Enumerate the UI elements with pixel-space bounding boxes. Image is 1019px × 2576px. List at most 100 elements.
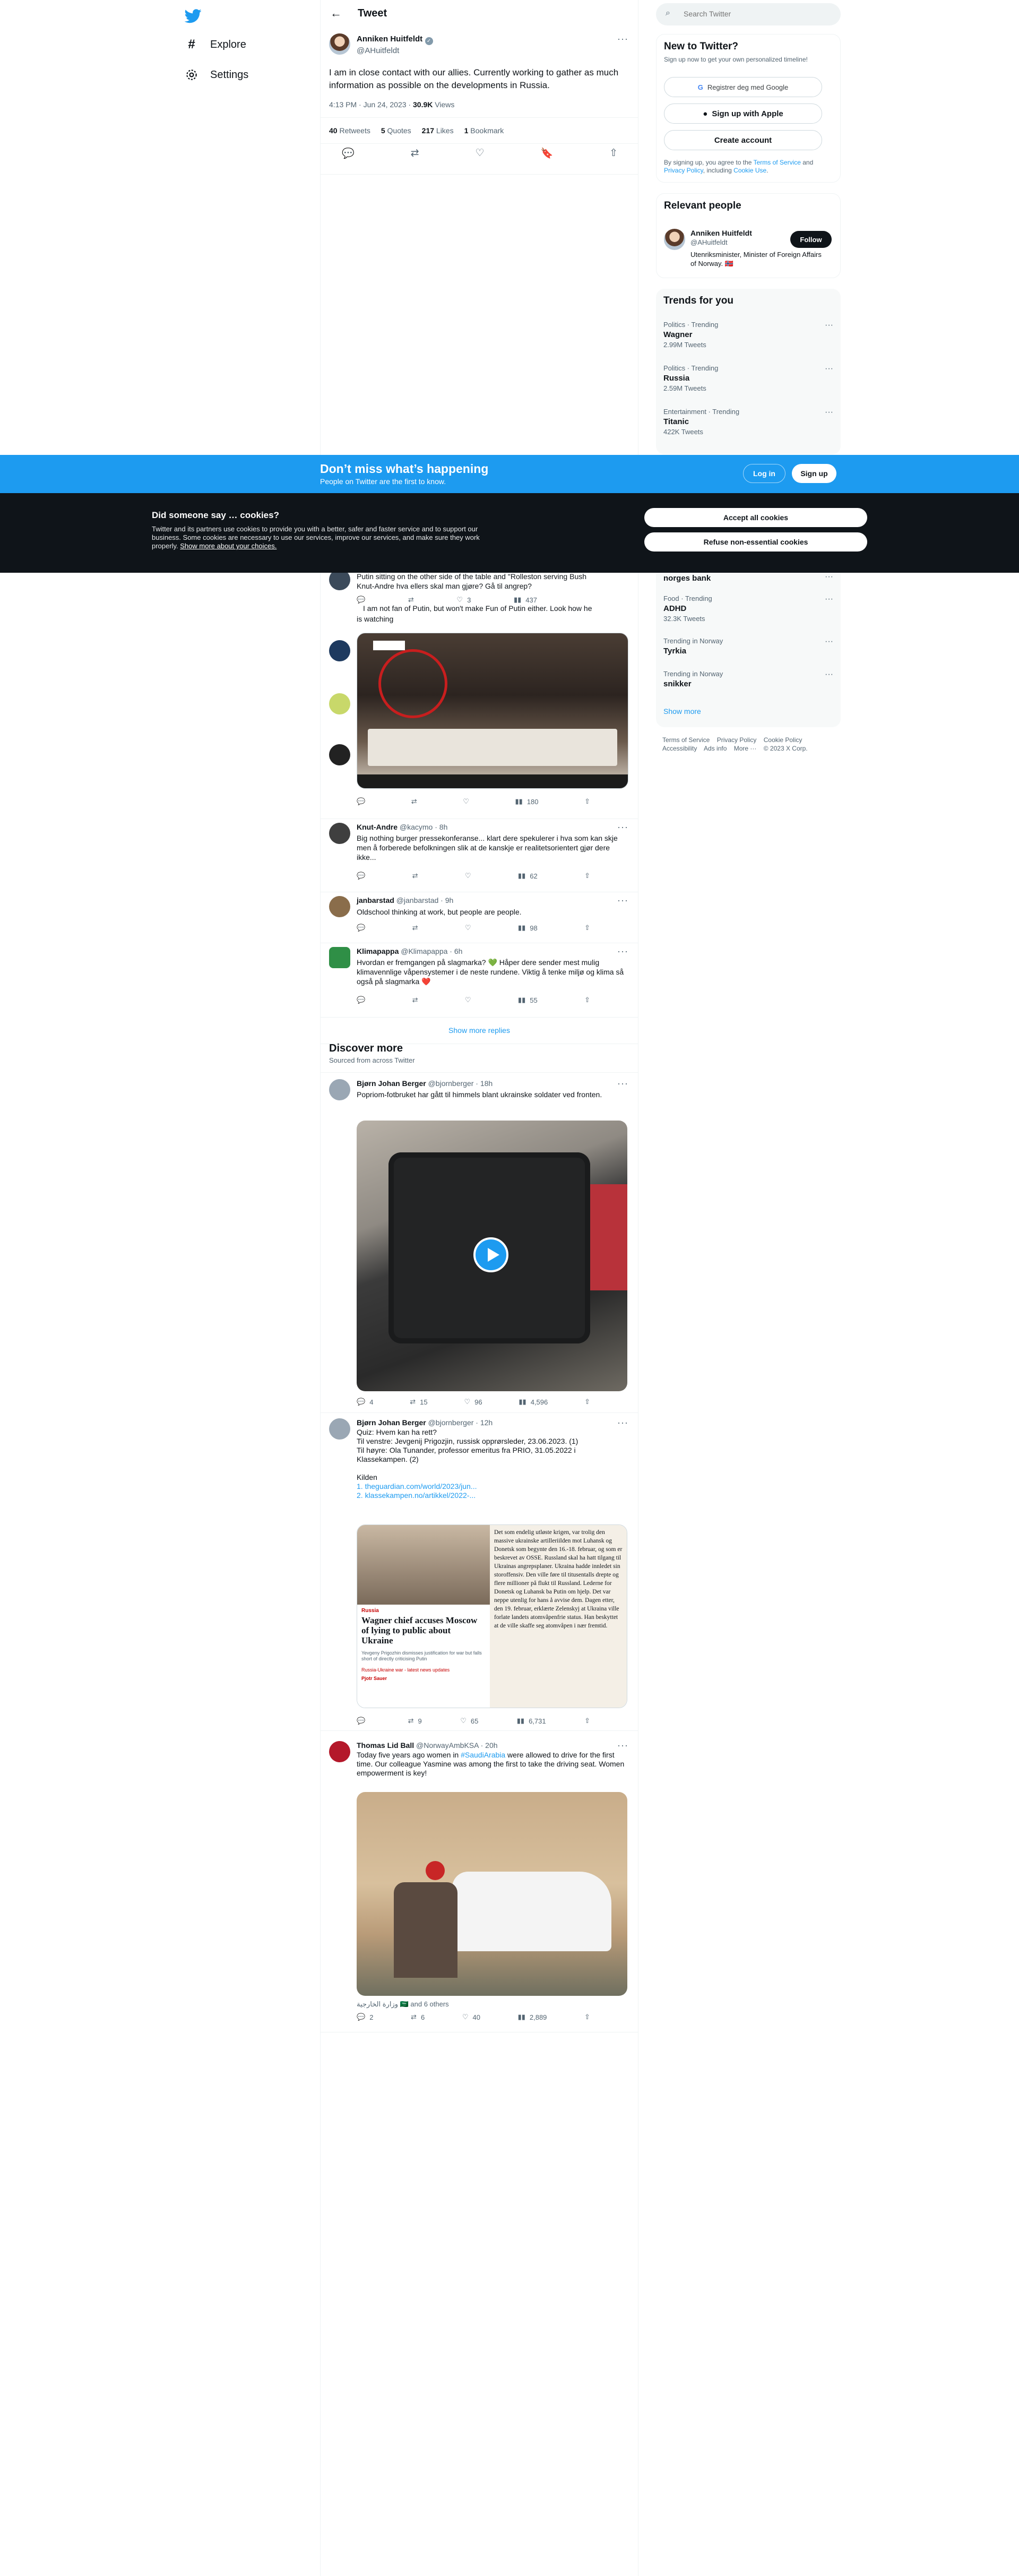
reply-icon[interactable]: 💬 bbox=[342, 147, 355, 160]
author-handle[interactable]: @AHuitfeldt bbox=[357, 46, 433, 55]
stat-retweets[interactable]: 40 Retweets bbox=[329, 126, 370, 135]
avatar[interactable] bbox=[329, 1418, 350, 1440]
show-more-trends[interactable]: Show more bbox=[663, 707, 701, 716]
stat-likes[interactable]: 217 Likes bbox=[422, 126, 454, 135]
media-image[interactable] bbox=[357, 1792, 627, 1996]
more-icon[interactable]: ··· bbox=[825, 364, 833, 374]
like-button[interactable]: ♡ 65 bbox=[460, 1717, 478, 1725]
share-button[interactable]: ⇧ bbox=[584, 996, 590, 1004]
share-button[interactable]: ⇧ bbox=[584, 1398, 590, 1406]
retweet-button[interactable]: ⇄ bbox=[411, 797, 417, 806]
accept-cookies-button[interactable]: Accept all cookies bbox=[644, 508, 867, 527]
views-button[interactable]: ▮▮ 6,731 bbox=[517, 1717, 546, 1725]
like-button[interactable]: ♡ 96 bbox=[464, 1398, 482, 1406]
search-input[interactable] bbox=[683, 9, 833, 19]
twitter-logo-icon[interactable] bbox=[184, 7, 202, 24]
like-icon[interactable]: ♡ bbox=[475, 147, 484, 160]
reply-button[interactable]: 💬 bbox=[357, 872, 365, 880]
retweet-icon[interactable]: ⇄ bbox=[411, 147, 419, 160]
search-bar[interactable]: ⌕ bbox=[656, 3, 841, 25]
author-name[interactable]: Knut-Andre bbox=[357, 823, 398, 831]
stat-bookmarks[interactable]: 1 Bookmark bbox=[464, 126, 504, 135]
author-name[interactable]: Klimapappa bbox=[357, 947, 399, 955]
author-name[interactable]: Bjørn Johan Berger bbox=[357, 1418, 426, 1427]
tweet-link[interactable]: 2. klassekampen.no/artikkel/2022-... bbox=[357, 1491, 627, 1500]
avatar[interactable] bbox=[329, 640, 350, 661]
nav-item-settings[interactable]: Settings bbox=[185, 68, 248, 82]
share-button[interactable]: ⇧ bbox=[584, 797, 590, 806]
like-button[interactable]: ♡ 40 bbox=[462, 2013, 480, 2021]
back-arrow-icon[interactable]: ← bbox=[330, 6, 342, 20]
more-icon[interactable]: ··· bbox=[617, 33, 628, 45]
share-button[interactable]: ⇧ bbox=[584, 924, 590, 932]
show-more-replies[interactable]: Show more replies bbox=[321, 1017, 638, 1044]
retweet-button[interactable]: ⇄ 15 bbox=[410, 1398, 427, 1406]
tweet-time[interactable]: 4:13 PM · Jun 24, 2023 bbox=[329, 100, 407, 109]
create-account-button[interactable]: Create account bbox=[664, 130, 822, 150]
footer-link[interactable]: Privacy Policy bbox=[717, 736, 757, 744]
views-button[interactable]: ▮▮ 98 bbox=[518, 924, 538, 932]
avatar[interactable] bbox=[329, 33, 350, 55]
views-button[interactable]: ▮▮ 180 bbox=[515, 797, 538, 806]
refuse-cookies-button[interactable]: Refuse non-essential cookies bbox=[644, 532, 867, 552]
author-name[interactable]: Anniken Huitfeldt bbox=[357, 35, 422, 44]
reply-button[interactable]: 💬 4 bbox=[357, 1398, 373, 1406]
avatar[interactable] bbox=[329, 744, 350, 765]
trend-item[interactable]: Politics · Trending Wagner 2.99M Tweets ··… bbox=[663, 321, 833, 349]
more-icon[interactable]: ··· bbox=[825, 408, 833, 417]
more-icon[interactable]: ··· bbox=[825, 670, 833, 679]
footer-link[interactable]: Terms of Service bbox=[662, 736, 710, 744]
more-icon[interactable]: ··· bbox=[825, 595, 833, 604]
trend-item[interactable]: Food · Trending ADHD 32.3K Tweets ··· bbox=[663, 595, 833, 623]
footer-link[interactable]: Ads info bbox=[704, 745, 727, 752]
author-name[interactable]: Bjørn Johan Berger bbox=[357, 1079, 426, 1088]
retweet-button[interactable]: ⇄ bbox=[412, 872, 418, 880]
trend-item[interactable]: Politics · Trending Russia 2.59M Tweets ··… bbox=[663, 364, 833, 392]
reply-button[interactable]: 💬 bbox=[357, 924, 365, 932]
cookie-link[interactable]: Cookie Use bbox=[733, 167, 766, 174]
more-icon[interactable]: ··· bbox=[617, 946, 628, 957]
cookie-choices-link[interactable]: Show more about your choices. bbox=[180, 542, 277, 550]
relevant-name[interactable]: Anniken Huitfeldt bbox=[690, 229, 752, 237]
media-image[interactable]: Russia Wagner chief accuses Moscow of ly… bbox=[357, 1524, 627, 1708]
more-icon[interactable]: ··· bbox=[617, 1417, 628, 1428]
play-button-icon[interactable] bbox=[473, 1237, 508, 1272]
avatar[interactable] bbox=[329, 1079, 350, 1100]
retweet-button[interactable]: ⇄ 9 bbox=[408, 1717, 422, 1725]
media-image[interactable] bbox=[357, 633, 628, 789]
hashtag-link[interactable]: #SaudiArabia bbox=[461, 1751, 505, 1759]
like-button[interactable]: ♡ bbox=[465, 872, 471, 880]
stat-quotes[interactable]: 5 Quotes bbox=[381, 126, 411, 135]
more-icon[interactable]: ··· bbox=[825, 637, 833, 647]
footer-link[interactable]: More ··· bbox=[734, 745, 757, 752]
author-handle[interactable]: @kacymo · 8h bbox=[400, 823, 447, 831]
avatar[interactable] bbox=[329, 947, 350, 968]
trend-item[interactable]: Entertainment · Trending Titanic 422K Twee… bbox=[663, 408, 833, 436]
tagged-users[interactable]: وزارة الخارجية 🇸🇦 and 6 others bbox=[357, 2000, 449, 2009]
trend-item[interactable]: Trending in Norway snikker ··· bbox=[663, 670, 833, 688]
like-button[interactable]: ♡ bbox=[465, 924, 471, 932]
author-handle[interactable]: @bjornberger · 18h bbox=[428, 1079, 493, 1088]
reply-button[interactable]: 💬 bbox=[357, 797, 365, 806]
tweet-link[interactable]: 1. theguardian.com/world/2023/jun... bbox=[357, 1482, 627, 1491]
media-video[interactable] bbox=[357, 1121, 627, 1391]
author-handle[interactable]: @Klimapappa · 6h bbox=[401, 947, 462, 955]
like-button[interactable]: ♡ bbox=[465, 996, 471, 1004]
share-button[interactable]: ⇧ bbox=[584, 2013, 590, 2021]
reply-button[interactable]: 💬 2 bbox=[357, 2013, 373, 2021]
login-button[interactable]: Log in bbox=[743, 464, 785, 483]
author-handle[interactable]: @janbarstad · 9h bbox=[396, 896, 454, 904]
author-name[interactable]: Thomas Lid Ball bbox=[357, 1741, 414, 1750]
more-icon[interactable]: ··· bbox=[617, 895, 628, 906]
nav-item-explore[interactable]: # Explore bbox=[185, 37, 246, 52]
relevant-handle[interactable]: @AHuitfeldt bbox=[690, 238, 728, 246]
apple-signup-button[interactable]: ● Sign up with Apple bbox=[664, 104, 822, 124]
author-handle[interactable]: @bjornberger · 12h bbox=[428, 1418, 493, 1427]
bookmark-icon[interactable]: 🔖 bbox=[540, 147, 553, 160]
more-icon[interactable]: ··· bbox=[825, 321, 833, 330]
avatar[interactable] bbox=[329, 1741, 350, 1762]
like-button[interactable]: ♡ bbox=[463, 797, 469, 806]
trend-item[interactable]: norges bank ··· bbox=[663, 572, 833, 583]
trend-item[interactable]: Trending in Norway Tyrkia ··· bbox=[663, 637, 833, 656]
share-button[interactable]: ⇧ bbox=[584, 872, 590, 880]
